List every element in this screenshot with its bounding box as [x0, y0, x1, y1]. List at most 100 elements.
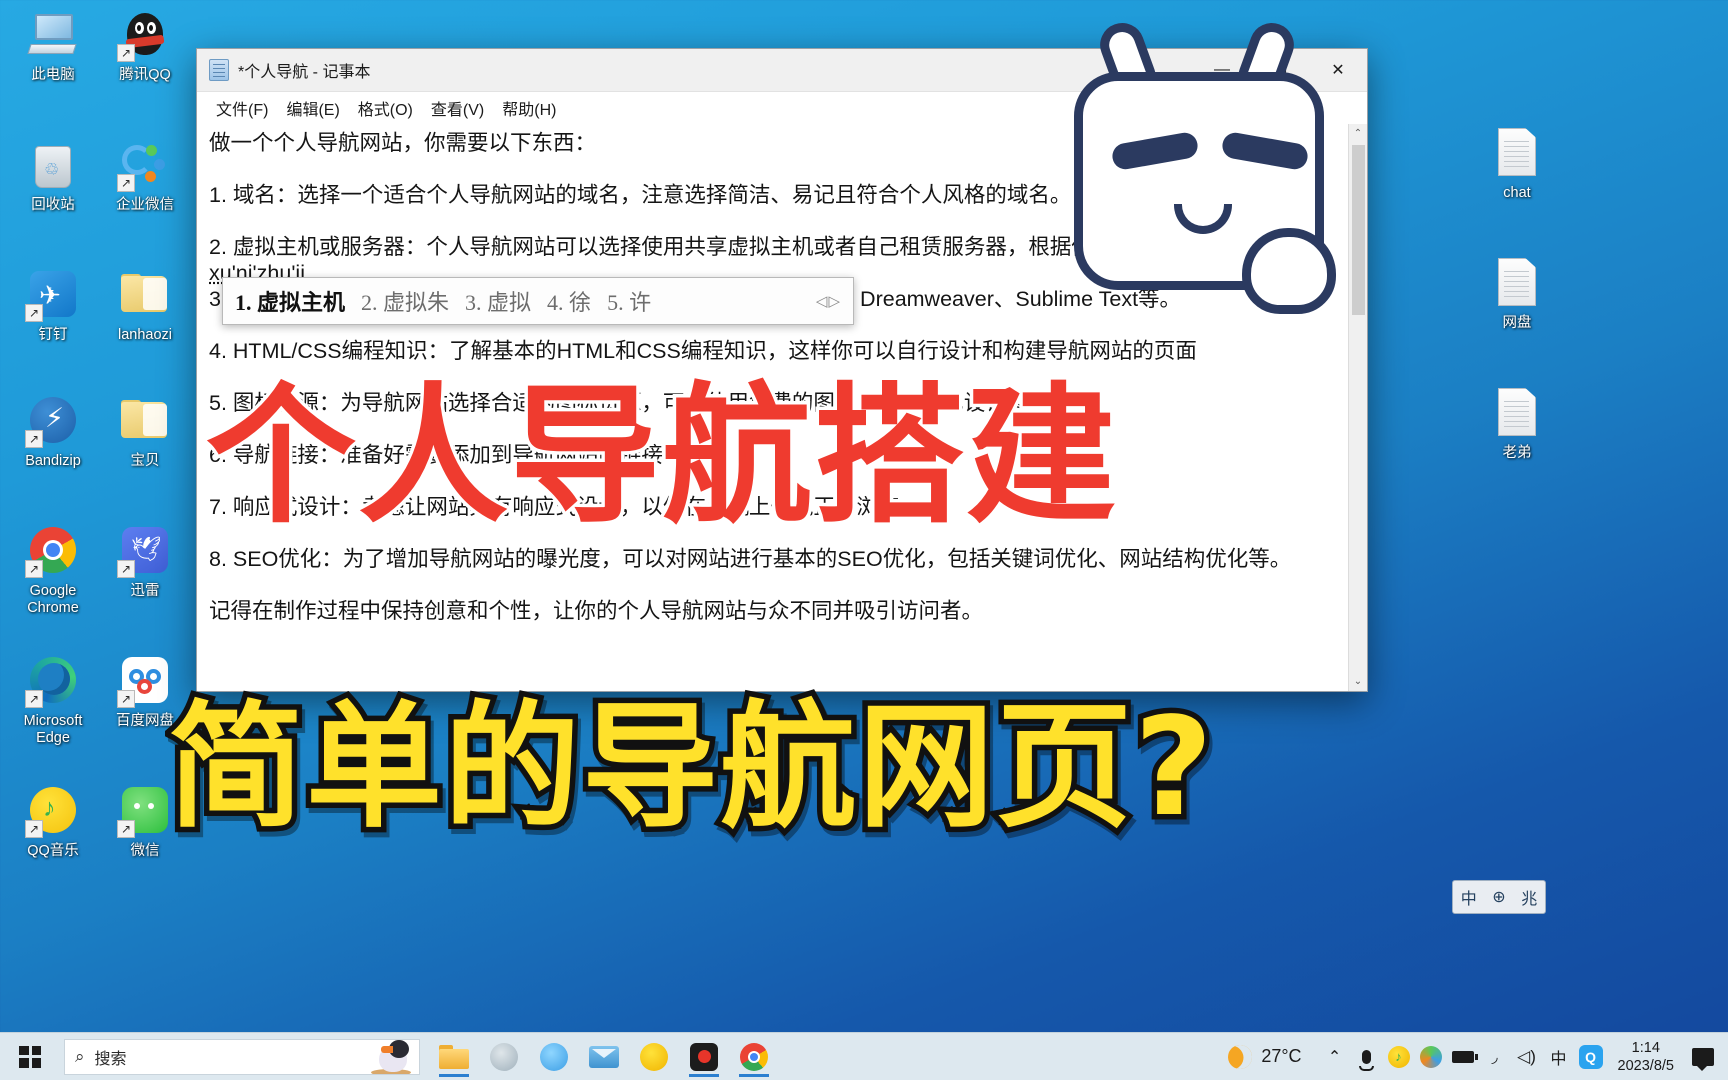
- desktop-icon-label: Bandizip: [25, 453, 81, 469]
- ime-tray-icon[interactable]: 中: [1544, 1033, 1574, 1080]
- wifi-icon[interactable]: ◞: [1480, 1033, 1510, 1080]
- desktop-icon-label: lanhaozi: [117, 327, 172, 343]
- desktop-icon-label: chat: [1503, 185, 1531, 201]
- taskbar-qq-music[interactable]: [632, 1036, 676, 1078]
- ime-candidate-1[interactable]: 1. 虚拟主机: [235, 285, 345, 317]
- ime-mode-label[interactable]: 中: [1461, 885, 1477, 909]
- desktop-icon-label: 网盘: [1502, 315, 1532, 331]
- desktop-icon-lanhaozi[interactable]: lanhaozi: [96, 260, 194, 390]
- microphone-icon[interactable]: [1352, 1033, 1382, 1080]
- ime-shape-icon[interactable]: ⊕: [1492, 887, 1505, 907]
- desktop-icon-bandizip[interactable]: ⚡ ↗ Bandizip: [4, 386, 102, 516]
- text-line: 4. HTML/CSS编程知识：了解基本的HTML和CSS编程知识，这样你可以自…: [209, 339, 1197, 363]
- taskbar-app-gray-circle[interactable]: [482, 1036, 526, 1078]
- taskbar-file-explorer[interactable]: [432, 1036, 476, 1078]
- desktop-icon-recycle-bin[interactable]: ♲ 回收站: [4, 130, 102, 260]
- text-line-blank: [209, 572, 1336, 598]
- system-tray[interactable]: 27°C ⌃ ♪ ◞ ◁) 中 Q 1:14 2023/8/5: [1224, 1033, 1728, 1080]
- desktop-icon-label: QQ音乐: [27, 843, 79, 859]
- clock-time: 1:14: [1631, 1039, 1660, 1056]
- taskbar-wecom[interactable]: [532, 1036, 576, 1078]
- taskbar-clock[interactable]: 1:14 2023/8/5: [1608, 1039, 1684, 1075]
- search-icon: ⌕: [75, 1046, 85, 1066]
- mascot-hand-icon: [1242, 228, 1336, 314]
- desktop-icon-qq-music[interactable]: ♪ ↗ QQ音乐: [4, 776, 102, 906]
- menu-item-edit[interactable]: 编辑(E): [277, 93, 348, 123]
- shortcut-arrow-icon: ↗: [25, 430, 43, 448]
- qq-music-tray-icon[interactable]: ♪: [1384, 1033, 1414, 1080]
- desktop-icon-edge[interactable]: ↗ Microsoft Edge: [4, 646, 102, 776]
- menu-item-view[interactable]: 查看(V): [422, 93, 493, 123]
- desktop-icon-label: 宝贝: [130, 453, 160, 469]
- xunlei-icon: 🕊 ↗: [117, 524, 171, 578]
- desktop-icon-chrome[interactable]: ↗ Google Chrome: [4, 516, 102, 646]
- weather-temperature: 27°C: [1261, 1046, 1302, 1066]
- shortcut-arrow-icon: ↗: [117, 690, 135, 708]
- desktop-icon-chat[interactable]: chat: [1468, 118, 1566, 248]
- desktop-icon-xunlei[interactable]: 🕊 ↗ 迅雷: [96, 516, 194, 646]
- desktop-icon-laodi[interactable]: 老弟: [1468, 378, 1566, 508]
- show-hidden-icons-button[interactable]: ⌃: [1320, 1033, 1350, 1080]
- puffin-image: [365, 1039, 413, 1074]
- action-center-icon: [1692, 1047, 1714, 1071]
- desktop-icon-label: 微信: [130, 843, 160, 859]
- chrome-icon: ↗: [25, 524, 79, 578]
- shortcut-arrow-icon: ↗: [117, 174, 135, 192]
- text-file-icon: [1491, 386, 1543, 438]
- ime-extra-icon[interactable]: 兆: [1521, 885, 1537, 909]
- file-explorer-icon: [439, 1044, 469, 1069]
- this-pc-icon: [27, 8, 79, 60]
- volume-icon[interactable]: ◁): [1512, 1033, 1542, 1080]
- desktop-icon-label: 此电脑: [31, 67, 75, 83]
- ime-candidate-3[interactable]: 3. 虚拟: [465, 285, 531, 317]
- shortcut-arrow-icon: ↗: [117, 44, 135, 62]
- battery-icon[interactable]: [1448, 1033, 1478, 1080]
- ime-page-nav-icon[interactable]: ◁▷: [816, 292, 841, 311]
- desktop-icon-label: 百度网盘: [116, 713, 174, 729]
- weather-widget[interactable]: 27°C: [1224, 1040, 1302, 1073]
- baidu-netdisk-icon: ↗: [117, 654, 171, 708]
- desktop-icon-label: 钉钉: [38, 327, 68, 343]
- ime-candidate-window[interactable]: 1. 虚拟主机 2. 虚拟朱 3. 虚拟 4. 徐 5. 许 ◁▷: [222, 277, 854, 325]
- desktop-icon-label: 回收站: [31, 197, 75, 213]
- action-center-button[interactable]: [1686, 1033, 1720, 1080]
- desktop-icon-wecom[interactable]: ↗ 企业微信: [96, 130, 194, 260]
- folder-icon: [119, 394, 171, 446]
- folder-icon: [119, 268, 171, 320]
- recycle-bin-icon: ♲: [27, 138, 79, 190]
- taskbar[interactable]: ⌕ 搜索 27°C ⌃ ♪ ◞ ◁) 中 Q 1:14 2023/8/5: [0, 1032, 1728, 1080]
- menu-item-help[interactable]: 帮助(H): [493, 93, 565, 123]
- taskbar-mail[interactable]: [582, 1036, 626, 1078]
- start-button[interactable]: [0, 1033, 60, 1080]
- app-gray-circle-icon: [490, 1042, 518, 1071]
- taskbar-screen-recorder[interactable]: [682, 1036, 726, 1078]
- ime-candidate-2[interactable]: 2. 虚拟朱: [361, 285, 449, 317]
- search-input[interactable]: ⌕ 搜索: [64, 1038, 420, 1075]
- desktop-icon-this-pc[interactable]: 此电脑: [4, 0, 102, 130]
- desktop-icon-label: Google Chrome: [27, 583, 79, 616]
- menu-item-format[interactable]: 格式(O): [349, 93, 422, 123]
- scroll-down-icon[interactable]: ⌄: [1349, 672, 1368, 691]
- wecom-tray-icon[interactable]: [1416, 1033, 1446, 1080]
- qq-tray-icon[interactable]: Q: [1576, 1033, 1606, 1080]
- screen-recorder-icon: [690, 1042, 718, 1071]
- wechat-icon: ↗: [117, 784, 171, 838]
- moon-icon: [1224, 1040, 1257, 1073]
- mail-app-icon: [589, 1045, 619, 1068]
- ime-status-bar[interactable]: 中 ⊕ 兆: [1452, 880, 1546, 914]
- text-line: 记得在制作过程中保持创意和个性，让你的个人导航网站与众不同并吸引访问者。: [209, 599, 984, 623]
- menu-item-file[interactable]: 文件(F): [207, 93, 277, 123]
- desktop-icon-label: 迅雷: [130, 583, 160, 599]
- wecom-taskbar-icon: [540, 1042, 568, 1071]
- ime-candidate-4[interactable]: 4. 徐: [547, 285, 591, 317]
- desktop-icon-wangpan[interactable]: 网盘: [1468, 248, 1566, 378]
- desktop-icon-tencent-qq[interactable]: ↗ 腾讯QQ: [96, 0, 194, 130]
- chrome-taskbar-icon: [740, 1042, 768, 1071]
- qq-music-taskbar-icon: [640, 1042, 668, 1071]
- desktop-icon-dingtalk[interactable]: ✈ ↗ 钉钉: [4, 260, 102, 390]
- taskbar-app-list[interactable]: [432, 1036, 776, 1078]
- shortcut-arrow-icon: ↗: [25, 690, 43, 708]
- ime-candidate-5[interactable]: 5. 许: [607, 285, 651, 317]
- taskbar-chrome[interactable]: [732, 1036, 776, 1078]
- desktop-icon-baobei[interactable]: 宝贝: [96, 386, 194, 516]
